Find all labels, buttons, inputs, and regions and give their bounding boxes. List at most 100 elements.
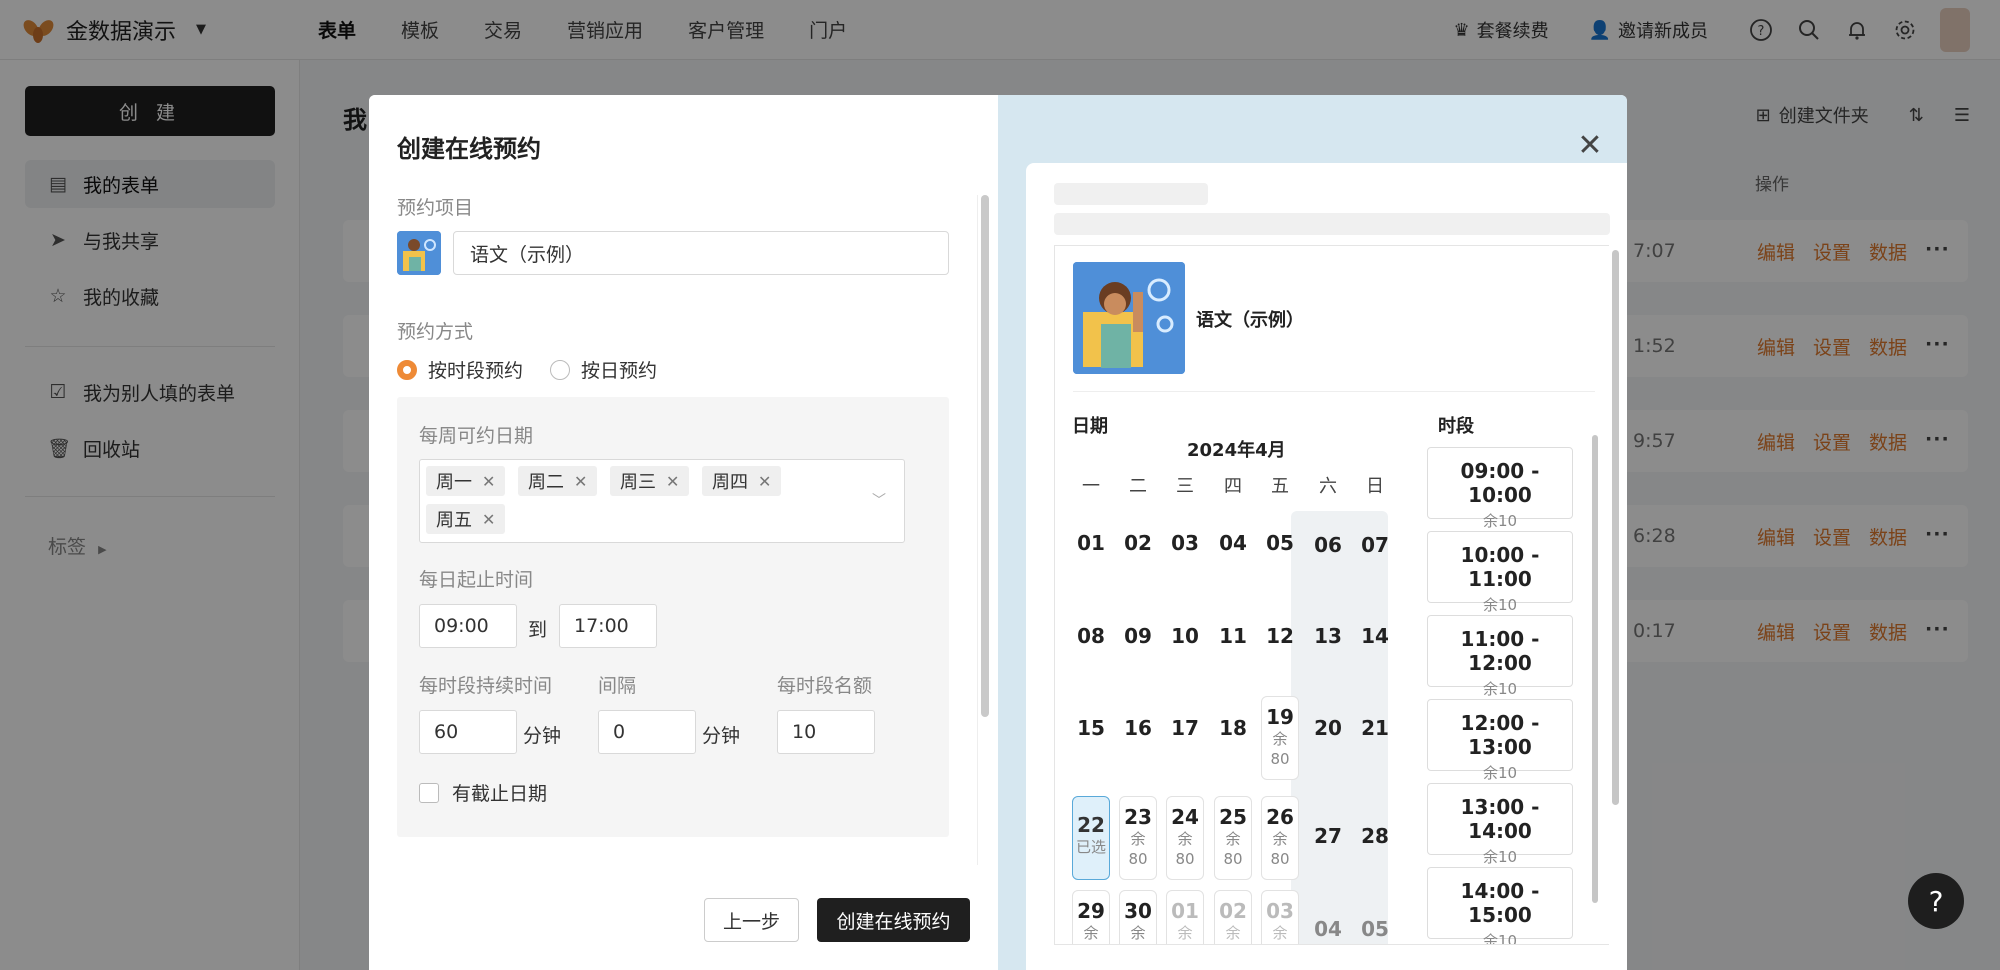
time-section-label: 时段 bbox=[1438, 416, 1474, 437]
day-remain: 余 bbox=[1177, 830, 1193, 848]
daily-time-label: 每日起止时间 bbox=[419, 569, 534, 591]
slot-remain: 余10 bbox=[1482, 596, 1518, 614]
weekday-header: 二 bbox=[1129, 476, 1147, 497]
time-slot[interactable]: 12:00 - 13:00 余10 bbox=[1427, 699, 1573, 782]
calendar-day: 18 bbox=[1219, 716, 1247, 740]
chip-label: 周五 bbox=[436, 510, 472, 531]
calendar-month: 2024年4月 bbox=[1187, 440, 1286, 461]
calendar-day: 13 bbox=[1314, 624, 1342, 648]
weekday-chip: 周五 ✕ bbox=[426, 504, 506, 534]
close-icon[interactable]: ✕ bbox=[482, 472, 495, 491]
weekday-header: 四 bbox=[1224, 476, 1242, 497]
create-booking-button[interactable]: 创建在线预约 bbox=[817, 898, 970, 942]
weekly-label: 每周可约日期 bbox=[419, 425, 534, 447]
prev-button[interactable]: 上一步 bbox=[704, 898, 799, 942]
checkbox-unchecked-icon bbox=[419, 782, 439, 803]
chip-label: 周一 bbox=[436, 472, 472, 493]
calendar-day-available[interactable]: 19 余 80 bbox=[1261, 696, 1299, 780]
calendar-day-next-month[interactable]: 03 余 bbox=[1261, 890, 1299, 944]
calendar-day-available[interactable]: 25 余 80 bbox=[1214, 796, 1252, 880]
radio-label: 按时段预约 bbox=[428, 360, 524, 382]
time-slot[interactable]: 13:00 - 14:00 余10 bbox=[1427, 783, 1573, 866]
calendar-day-available[interactable]: 24 余 80 bbox=[1166, 796, 1204, 880]
day-remain: 余 bbox=[1083, 924, 1099, 942]
calendar-day: 16 bbox=[1124, 716, 1152, 740]
day-number: 01 bbox=[1171, 899, 1199, 923]
calendar-day: 07 bbox=[1361, 533, 1389, 557]
day-number: 25 bbox=[1219, 805, 1247, 829]
close-icon[interactable]: ✕ bbox=[482, 510, 495, 529]
quota-label: 每时段名额 bbox=[777, 675, 873, 697]
calendar-day: 01 bbox=[1077, 531, 1105, 555]
day-number: 29 bbox=[1077, 899, 1105, 923]
day-number: 23 bbox=[1124, 805, 1152, 829]
weekday-chip: 周四 ✕ bbox=[702, 466, 782, 496]
calendar-day-next-month[interactable]: 01 余 bbox=[1166, 890, 1204, 944]
create-booking-modal: 创建在线预约 预约项目 语文（示例） 预约方式 按时段预约 按日预约 每周可约日… bbox=[369, 95, 1627, 970]
time-slot[interactable]: 09:00 - 10:00 余10 bbox=[1427, 447, 1573, 530]
deadline-checkbox[interactable]: 有截止日期 bbox=[419, 779, 547, 806]
calendar-day: 08 bbox=[1077, 624, 1105, 648]
help-float-button[interactable]: ? bbox=[1908, 873, 1964, 929]
slot-time: 09:00 - 10:00 bbox=[1460, 459, 1540, 507]
calendar-day-selected[interactable]: 22 已选 bbox=[1072, 796, 1110, 880]
preview-divider bbox=[1073, 391, 1595, 392]
preview-project-name: 语文（示例） bbox=[1196, 310, 1304, 331]
skeleton-bar bbox=[1054, 213, 1610, 235]
calendar-day: 03 bbox=[1171, 531, 1199, 555]
day-count: 80 bbox=[1270, 850, 1290, 868]
interval-input[interactable]: 0 bbox=[598, 710, 696, 754]
project-thumbnail[interactable] bbox=[397, 231, 441, 275]
form-scroll-track bbox=[977, 195, 978, 865]
calendar-day-next-month[interactable]: 02 余 bbox=[1214, 890, 1252, 944]
weekday-header: 六 bbox=[1319, 476, 1337, 497]
close-icon[interactable]: ✕ bbox=[758, 472, 771, 491]
day-remain: 余 bbox=[1272, 830, 1288, 848]
calendar-day: 10 bbox=[1171, 624, 1199, 648]
day-remain: 余 bbox=[1272, 730, 1288, 748]
calendar-day-available[interactable]: 23 余 80 bbox=[1119, 796, 1157, 880]
end-time-input[interactable]: 17:00 bbox=[559, 604, 657, 648]
slots-scrollbar[interactable] bbox=[1592, 435, 1598, 903]
close-icon[interactable]: ✕ bbox=[574, 472, 587, 491]
calendar-day: 05 bbox=[1361, 917, 1389, 941]
calendar-day: 06 bbox=[1314, 533, 1342, 557]
time-slot[interactable]: 14:00 - 15:00 余10 bbox=[1427, 867, 1573, 944]
day-remain: 余 bbox=[1130, 830, 1146, 848]
project-name-input[interactable]: 语文（示例） bbox=[453, 231, 949, 275]
day-remain: 余 bbox=[1177, 924, 1193, 942]
quota-input[interactable]: 10 bbox=[777, 710, 875, 754]
weekday-chip: 周一 ✕ bbox=[426, 466, 506, 496]
calendar-day: 05 bbox=[1266, 531, 1294, 555]
weekday-header: 三 bbox=[1176, 476, 1194, 497]
duration-input[interactable]: 60 bbox=[419, 710, 517, 754]
form-scrollbar[interactable] bbox=[981, 195, 989, 717]
calendar-day-available[interactable]: 30 余 bbox=[1119, 890, 1157, 944]
minute-unit: 分钟 bbox=[523, 725, 562, 747]
calendar-day-available[interactable]: 26 余 80 bbox=[1261, 796, 1299, 880]
selected-label: 已选 bbox=[1075, 838, 1106, 856]
time-slot[interactable]: 11:00 - 12:00 余10 bbox=[1427, 615, 1573, 698]
radio-checked-icon bbox=[397, 359, 417, 380]
radio-by-day[interactable]: 按日预约 bbox=[550, 356, 657, 383]
day-number: 26 bbox=[1266, 805, 1294, 829]
slot-remain: 余10 bbox=[1482, 764, 1518, 782]
project-label: 预约项目 bbox=[397, 197, 474, 219]
close-icon[interactable]: ✕ bbox=[666, 472, 679, 491]
radio-by-slot[interactable]: 按时段预约 bbox=[397, 356, 523, 383]
skeleton-bar bbox=[1054, 183, 1208, 205]
calendar-day: 20 bbox=[1314, 716, 1342, 740]
weekday-multiselect[interactable]: 周一 ✕ 周二 ✕ 周三 ✕ 周四 ✕ 周五 ✕ ﹀ bbox=[419, 459, 905, 543]
preview-scrollbar[interactable] bbox=[1612, 250, 1619, 805]
chevron-down-icon[interactable]: ﹀ bbox=[872, 490, 886, 510]
time-slot[interactable]: 10:00 - 11:00 余10 bbox=[1427, 531, 1573, 614]
calendar-day: 11 bbox=[1219, 624, 1247, 648]
close-icon[interactable]: ✕ bbox=[1570, 128, 1610, 163]
start-time-input[interactable]: 09:00 bbox=[419, 604, 517, 648]
slot-remain: 余10 bbox=[1482, 512, 1518, 530]
minute-unit: 分钟 bbox=[702, 725, 741, 747]
calendar-day: 12 bbox=[1266, 624, 1294, 648]
day-remain: 余 bbox=[1225, 924, 1241, 942]
slot-remain: 余10 bbox=[1482, 680, 1518, 698]
calendar-day-available[interactable]: 29 余 bbox=[1072, 890, 1110, 944]
